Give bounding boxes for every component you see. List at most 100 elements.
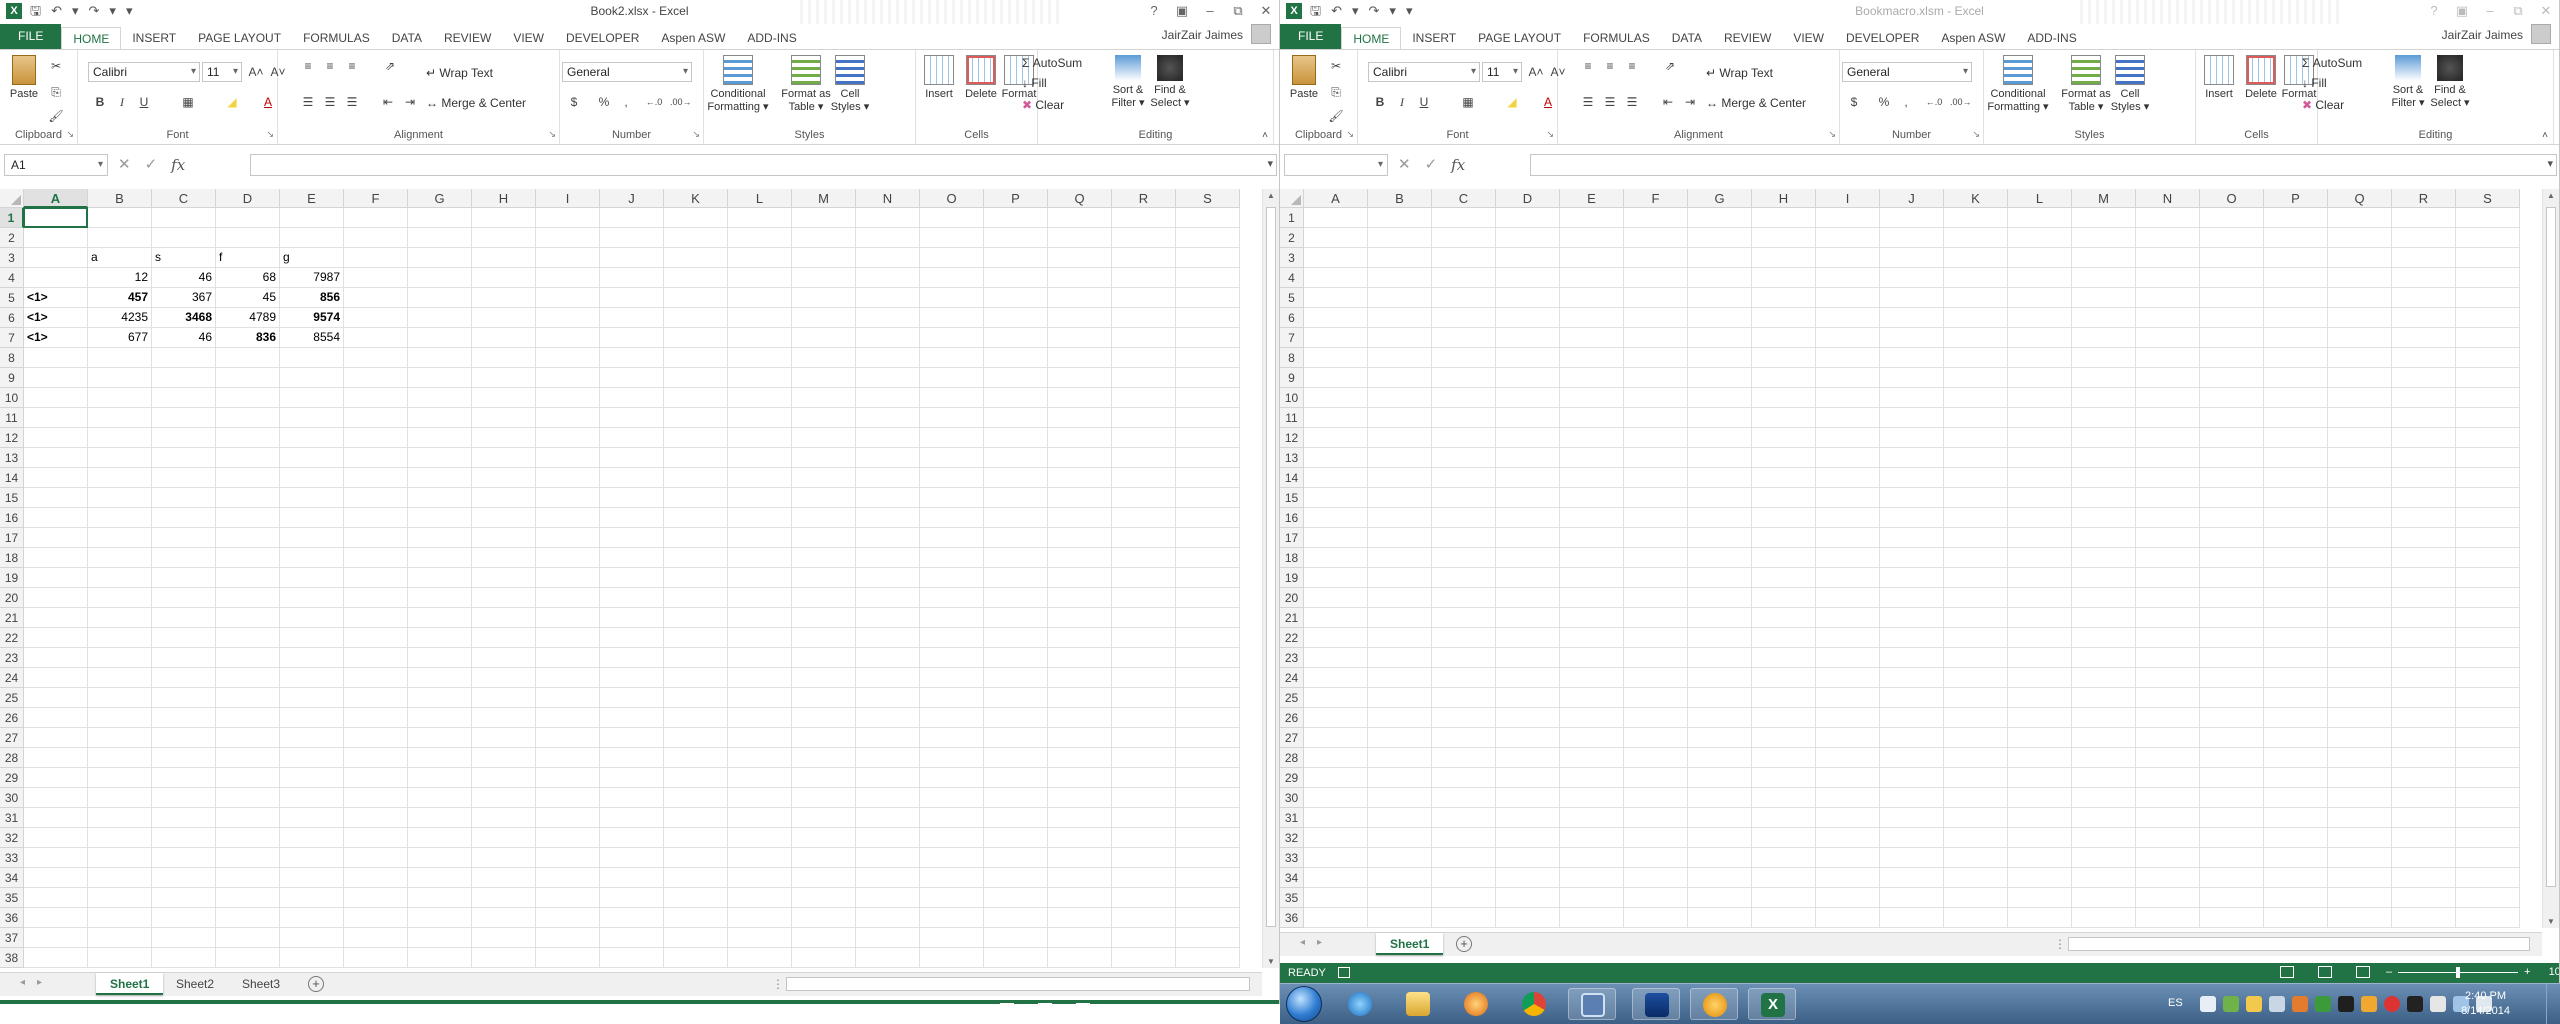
insert-function-icon[interactable]: fx (171, 154, 185, 176)
wrap-text-button[interactable]: ↵ Wrap Text (426, 66, 493, 80)
cell[interactable] (664, 928, 728, 948)
cell[interactable] (152, 568, 216, 588)
column-header-c[interactable]: C (1432, 189, 1496, 208)
column-header-b[interactable]: B (1368, 189, 1432, 208)
cell[interactable] (792, 588, 856, 608)
cell-b6[interactable]: 4235 (88, 308, 152, 328)
cell[interactable] (2392, 588, 2456, 608)
cell[interactable] (472, 328, 536, 348)
cell[interactable] (1560, 788, 1624, 808)
cell[interactable] (792, 688, 856, 708)
cell[interactable] (1688, 328, 1752, 348)
cell[interactable] (1944, 628, 2008, 648)
cell[interactable] (2136, 268, 2200, 288)
cell[interactable] (2008, 848, 2072, 868)
cell[interactable] (600, 748, 664, 768)
cell[interactable] (216, 768, 280, 788)
cell[interactable] (2200, 328, 2264, 348)
cell[interactable] (2072, 248, 2136, 268)
cell[interactable] (1496, 388, 1560, 408)
cell[interactable] (344, 588, 408, 608)
cell[interactable] (920, 948, 984, 968)
cell[interactable] (1112, 648, 1176, 668)
cell[interactable] (2136, 848, 2200, 868)
cell[interactable] (2136, 768, 2200, 788)
cell[interactable] (792, 928, 856, 948)
cell[interactable] (1496, 688, 1560, 708)
cell[interactable] (1432, 508, 1496, 528)
cell[interactable] (152, 788, 216, 808)
column-header-f[interactable]: F (344, 189, 408, 208)
cell[interactable] (1752, 248, 1816, 268)
tab-home[interactable]: HOME (1341, 27, 1402, 49)
cell[interactable] (280, 468, 344, 488)
cell[interactable] (2200, 468, 2264, 488)
tab-formulas[interactable]: FORMULAS (1572, 27, 1661, 49)
tab-insert[interactable]: INSERT (1401, 27, 1467, 49)
cell[interactable] (728, 928, 792, 948)
cell[interactable] (1752, 388, 1816, 408)
cell[interactable] (1688, 468, 1752, 488)
cell[interactable] (24, 928, 88, 948)
cell[interactable] (2328, 208, 2392, 228)
cell[interactable] (2328, 908, 2392, 928)
cell[interactable] (2072, 348, 2136, 368)
cell[interactable] (600, 868, 664, 888)
cell[interactable] (152, 948, 216, 968)
cell[interactable] (728, 488, 792, 508)
column-header-i[interactable]: I (536, 189, 600, 208)
cell[interactable] (216, 468, 280, 488)
cell[interactable] (2392, 808, 2456, 828)
cell[interactable] (2264, 908, 2328, 928)
cell[interactable] (2392, 308, 2456, 328)
cell[interactable] (1112, 928, 1176, 948)
increase-font-size-icon[interactable]: A˄ (246, 62, 266, 82)
cell[interactable] (1112, 488, 1176, 508)
cell[interactable] (664, 208, 728, 228)
orientation-icon[interactable]: ⇗ (380, 56, 400, 76)
cell[interactable] (536, 908, 600, 928)
cell[interactable] (88, 468, 152, 488)
cell[interactable] (1496, 788, 1560, 808)
cell[interactable] (1368, 828, 1432, 848)
row-header[interactable]: 11 (1280, 408, 1304, 428)
cell[interactable] (600, 608, 664, 628)
cell[interactable] (1176, 588, 1240, 608)
cell[interactable] (24, 648, 88, 668)
cell[interactable] (1752, 868, 1816, 888)
cell-d6[interactable]: 4789 (216, 308, 280, 328)
cell[interactable] (2200, 408, 2264, 428)
cell[interactable] (1752, 408, 1816, 428)
cell[interactable] (1112, 888, 1176, 908)
cell[interactable] (2392, 568, 2456, 588)
cell[interactable] (2392, 388, 2456, 408)
cell[interactable] (2200, 248, 2264, 268)
cell[interactable] (472, 848, 536, 868)
cell[interactable] (1944, 368, 2008, 388)
cell[interactable] (1560, 268, 1624, 288)
cell[interactable] (24, 428, 88, 448)
cell[interactable] (856, 948, 920, 968)
cell[interactable] (1560, 448, 1624, 468)
insert-button[interactable]: Insert (2200, 55, 2238, 101)
paste-button[interactable]: Paste (1286, 55, 1322, 101)
borders-icon[interactable]: ▦ (1458, 92, 1478, 112)
cell[interactable] (216, 728, 280, 748)
cell[interactable] (792, 708, 856, 728)
tab-data[interactable]: DATA (381, 27, 433, 49)
cell[interactable] (1688, 308, 1752, 328)
cell[interactable] (2136, 408, 2200, 428)
row-header[interactable]: 4 (0, 268, 24, 288)
cell[interactable] (984, 908, 1048, 928)
cell[interactable] (920, 368, 984, 388)
conditional-formatting-button[interactable]: Conditional Formatting ▾ (706, 55, 770, 114)
cell[interactable] (152, 408, 216, 428)
cell[interactable] (1816, 548, 1880, 568)
cell[interactable] (1624, 608, 1688, 628)
cell[interactable] (1880, 808, 1944, 828)
cell[interactable] (920, 868, 984, 888)
cell[interactable] (152, 768, 216, 788)
cell[interactable] (2328, 748, 2392, 768)
cell[interactable] (280, 948, 344, 968)
sheet-tab-sheet2[interactable]: Sheet2 (162, 973, 228, 995)
